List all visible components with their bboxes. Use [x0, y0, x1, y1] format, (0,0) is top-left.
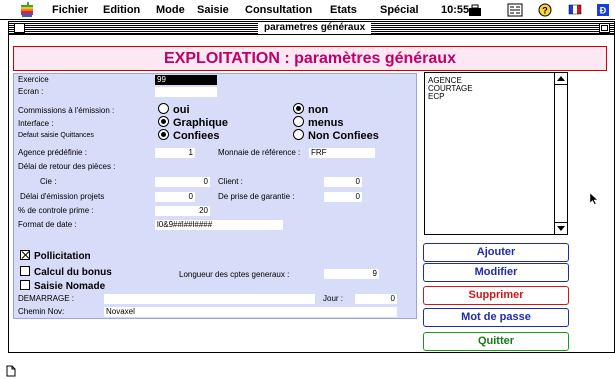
ecran-field[interactable] [155, 87, 217, 97]
menu-etats[interactable]: Etats [330, 4, 357, 16]
network-icon[interactable] [507, 3, 523, 17]
radio-dot-selected-icon [158, 116, 169, 127]
svg-text:Ð: Ð [600, 6, 607, 16]
modifier-button[interactable]: Modifier [423, 263, 569, 282]
saisie-nomade-checkbox[interactable]: Saisie Nomade [20, 280, 105, 292]
arrow-down-icon [557, 226, 565, 231]
defaut-confiees-radio[interactable]: Confiees [158, 129, 219, 142]
french-flag-icon[interactable] [568, 3, 582, 17]
interface-graphique-radio[interactable]: Graphique [158, 116, 228, 129]
menubar-clock: 10:55 [441, 4, 470, 16]
defaut-non-confiees-label: Non Confiees [308, 130, 379, 142]
saisie-nomade-label: Saisie Nomade [34, 281, 106, 292]
defaut-confiees-label: Confiees [173, 130, 220, 142]
agence-field[interactable]: 1 [155, 148, 195, 158]
scroll-down-button[interactable] [555, 222, 567, 234]
checkbox-checked-icon [20, 250, 30, 260]
cie-label: Cie : [40, 177, 57, 186]
format-date-field[interactable]: l0&9##l##l#### [155, 220, 283, 230]
delai-emission-label: Délai d'émission projets [20, 192, 105, 201]
delai-retour-label: Délai de retour des pièces : [18, 162, 116, 171]
briefcase-icon[interactable] [468, 3, 482, 17]
chemin-field[interactable]: Novaxel [104, 307, 397, 317]
monnaie-label: Monnaie de référence : [218, 148, 301, 157]
window-titlebar[interactable]: parametres généraux [9, 22, 614, 35]
agence-label: Agence prédéfinie : [18, 148, 87, 157]
commissions-non-label: non [308, 104, 329, 116]
interface-graphique-label: Graphique [173, 117, 229, 129]
checkbox-icon [20, 266, 30, 276]
delai-emission-field[interactable]: 0 [155, 192, 195, 202]
menubar: Fichier Edition Mode Saisie Consultation… [0, 0, 615, 20]
application-icon[interactable]: Ð [596, 3, 610, 17]
commissions-oui-radio[interactable]: oui [158, 103, 190, 116]
longueur-label: Longueur des cptes generaux : [179, 270, 290, 279]
supprimer-button[interactable]: Supprimer [423, 286, 569, 305]
agence-list[interactable]: AGENCE COURTAGE ECP [424, 72, 568, 235]
jour-label: Jour : [323, 294, 344, 303]
page-header: EXPLOITATION : paramètres généraux [13, 46, 607, 71]
demarrage-label: DEMARRAGE : [18, 294, 75, 303]
document-icon[interactable] [6, 365, 16, 377]
defaut-non-confiees-radio[interactable]: Non Confiees [293, 129, 379, 142]
demarrage-field[interactable] [104, 294, 315, 304]
help-icon[interactable]: ? [538, 3, 552, 17]
radio-dot-icon [293, 129, 304, 140]
longueur-field[interactable]: 9 [324, 269, 379, 279]
list-item[interactable]: ECP [428, 92, 444, 101]
scroll-up-button[interactable] [555, 73, 567, 85]
radio-dot-selected-icon [293, 103, 304, 114]
exercice-field[interactable]: 99 [155, 75, 217, 85]
controle-field[interactable]: 20 [155, 206, 210, 216]
ajouter-button[interactable]: Ajouter [423, 243, 569, 262]
menu-special[interactable]: Spécial [380, 4, 419, 16]
controle-label: % de controle prime : [18, 206, 94, 215]
radio-dot-icon [293, 116, 304, 127]
checkbox-icon [20, 280, 30, 290]
interface-menus-radio[interactable]: menus [293, 116, 343, 129]
radio-dot-icon [158, 103, 169, 114]
calcul-bonus-label: Calcul du bonus [34, 267, 112, 278]
menu-consultation[interactable]: Consultation [245, 4, 312, 16]
pollicitation-label: Pollicitation [34, 251, 91, 262]
commissions-label: Commissions à l'émission : [18, 106, 115, 115]
window-content: EXPLOITATION : paramètres généraux Exerc… [9, 36, 614, 352]
menu-mode[interactable]: Mode [156, 4, 185, 16]
monnaie-field[interactable]: FRF [309, 148, 375, 158]
settings-form: Exercice 99 Ecran : Commissions à l'émis… [13, 73, 417, 319]
menu-fichier[interactable]: Fichier [52, 4, 88, 16]
prise-garantie-label: De prise de garantie : [218, 192, 295, 201]
defaut-label: Defaut saisie Quittances [18, 132, 94, 139]
radio-dot-selected-icon [158, 129, 169, 140]
exercice-label: Exercice [18, 75, 49, 84]
client-field[interactable]: 0 [324, 177, 362, 187]
menu-saisie[interactable]: Saisie [197, 4, 229, 16]
mouse-pointer-icon [590, 193, 598, 205]
prise-garantie-field[interactable]: 0 [324, 192, 362, 202]
window-title: parametres généraux [258, 22, 372, 34]
mot-de-passe-button[interactable]: Mot de passe [423, 308, 569, 327]
zoom-box-icon[interactable] [599, 23, 610, 33]
jour-field[interactable]: 0 [355, 294, 397, 304]
chemin-label: Chemin Nov: [18, 307, 65, 316]
svg-text:?: ? [542, 6, 548, 16]
interface-label: Interface : [18, 119, 54, 128]
menu-edition[interactable]: Edition [103, 4, 140, 16]
calcul-bonus-checkbox[interactable]: Calcul du bonus [20, 266, 112, 278]
parametres-window: parametres généraux EXPLOITATION : param… [8, 21, 615, 353]
ecran-label: Ecran : [18, 87, 44, 96]
arrow-up-icon [557, 76, 565, 81]
format-date-label: Format de date : [18, 220, 77, 229]
close-box-icon[interactable] [14, 23, 25, 33]
list-scrollbar[interactable] [554, 73, 567, 234]
interface-menus-label: menus [308, 117, 344, 129]
cie-field[interactable]: 0 [155, 177, 210, 187]
page-title: EXPLOITATION : paramètres généraux [164, 50, 456, 67]
apple-menu-icon[interactable] [20, 2, 34, 17]
commissions-non-radio[interactable]: non [293, 103, 328, 116]
pollicitation-checkbox[interactable]: Pollicitation [20, 250, 91, 262]
quitter-button[interactable]: Quitter [423, 332, 569, 351]
client-label: Client : [218, 177, 243, 186]
commissions-oui-label: oui [173, 104, 190, 116]
